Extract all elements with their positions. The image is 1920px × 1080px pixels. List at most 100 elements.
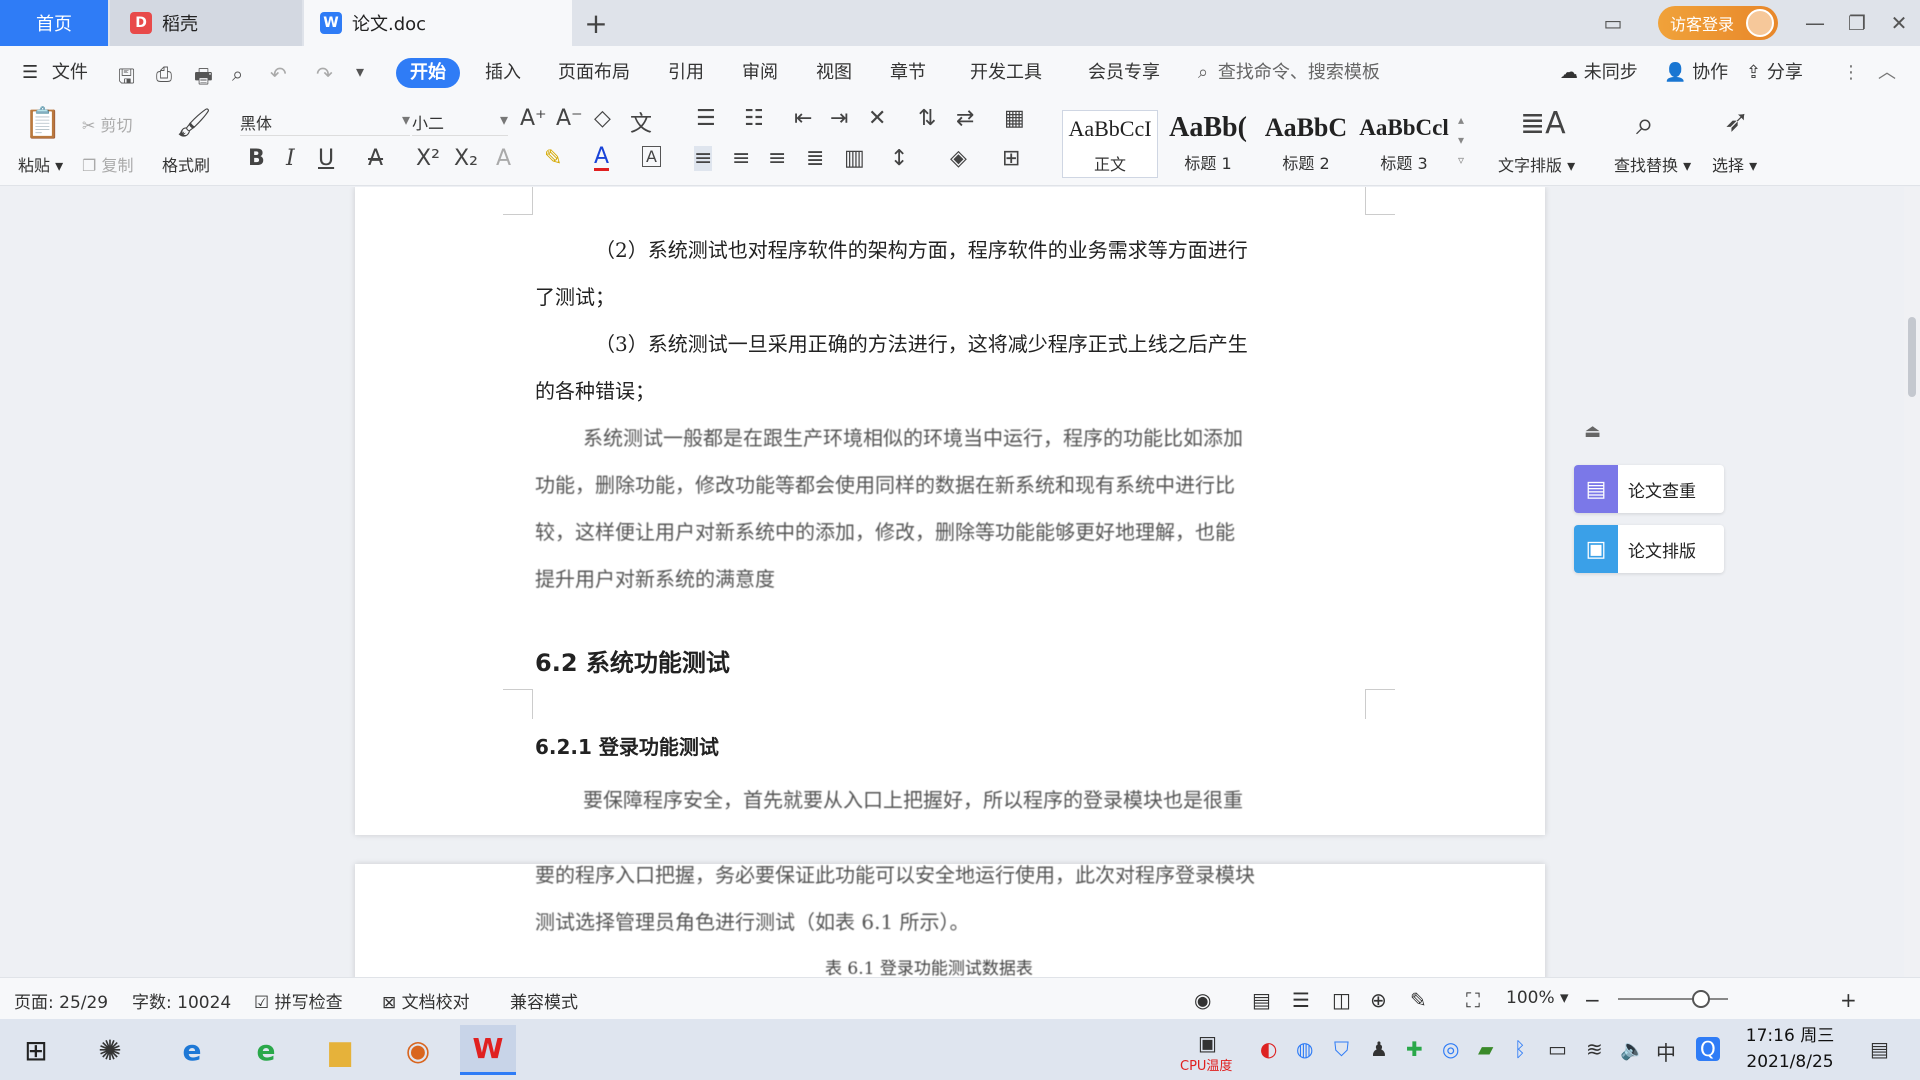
bold-icon[interactable]: B xyxy=(248,146,265,171)
zoom-slider[interactable] xyxy=(1618,990,1728,1008)
tab-chapter[interactable]: 章节 xyxy=(890,58,926,88)
copy-button[interactable]: ❐ 复制 xyxy=(82,152,133,176)
spell-check-button[interactable]: ☑ 拼写检查 xyxy=(254,988,343,1013)
strikethrough-icon[interactable]: A xyxy=(368,146,383,171)
pinwheel-app-icon[interactable]: ✺ xyxy=(82,1025,138,1075)
collapse-panel-icon[interactable]: ⏏ xyxy=(1584,421,1601,442)
undo-icon[interactable]: ↶ xyxy=(270,62,287,86)
save-icon[interactable]: 🖫 xyxy=(118,62,135,96)
text-layout-icon[interactable]: ≣A xyxy=(1520,106,1566,141)
tab-insert[interactable]: 插入 xyxy=(485,58,521,88)
tray-app-icon[interactable]: ◐ xyxy=(1260,1037,1277,1061)
tab-daoke[interactable]: D 稻壳 xyxy=(110,0,302,46)
format-painter-button[interactable]: 格式刷 xyxy=(162,152,210,176)
tab-view[interactable]: 视图 xyxy=(816,58,852,88)
tab-start[interactable]: 开始 xyxy=(396,58,460,88)
magnifier-icon[interactable]: ⌕ xyxy=(1636,104,1654,143)
redo-icon[interactable]: ↷ xyxy=(316,62,333,86)
underline-icon[interactable]: U xyxy=(318,146,334,171)
tab-page-layout[interactable]: 页面布局 xyxy=(558,58,630,88)
nvidia-icon[interactable]: ▰ xyxy=(1478,1037,1493,1061)
tray-app-icon[interactable]: ✚ xyxy=(1406,1037,1423,1061)
fit-page-icon[interactable]: ⛶ xyxy=(1466,988,1480,1012)
increase-font-icon[interactable]: A⁺ xyxy=(520,106,547,131)
cursor-icon[interactable]: ➶ xyxy=(1724,104,1749,139)
borders-icon[interactable]: ⊞ xyxy=(1002,146,1020,171)
system-clock[interactable]: 17:16 周三 2021/8/25 xyxy=(1740,1023,1840,1075)
zoom-select[interactable]: 100% ▾ xyxy=(1506,988,1569,1008)
italic-icon[interactable]: I xyxy=(286,146,295,171)
write-mode-icon[interactable]: ✎ xyxy=(1410,988,1427,1012)
export-pdf-icon[interactable]: ⎙ xyxy=(156,62,172,86)
document-page[interactable]: 要的程序入口把握，务必要保证此功能可以安全地运行使用，此次对程序登录模块 测试选… xyxy=(355,863,1545,977)
document-page[interactable]: （2）系统测试也对程序软件的架构方面，程序软件的业务需求等方面进行 了测试； （… xyxy=(355,187,1545,835)
file-menu[interactable]: ☰ 文件 xyxy=(22,58,88,88)
paste-button[interactable]: 粘贴 ▾ xyxy=(18,152,63,176)
sort-icon[interactable]: ⇅ xyxy=(918,106,936,131)
show-marks-icon[interactable]: ▦ xyxy=(1004,106,1025,131)
font-size-select[interactable]: 小二 ▾ xyxy=(412,110,508,136)
bullet-list-icon[interactable]: ☰ xyxy=(696,106,716,131)
cpu-monitor-icon[interactable]: ▣ xyxy=(1198,1031,1217,1055)
style-heading-3[interactable]: AaBbCcl 标题 3 xyxy=(1356,110,1452,178)
input-app-icon[interactable]: Q xyxy=(1696,1037,1720,1061)
eye-protection-icon[interactable]: ◉ xyxy=(1194,988,1211,1012)
tray-app-icon[interactable]: ◍ xyxy=(1296,1037,1313,1061)
paper-layout-button[interactable]: ▣ 论文排版 xyxy=(1574,525,1724,573)
document-canvas[interactable]: （2）系统测试也对程序软件的架构方面，程序软件的业务需求等方面进行 了测试； （… xyxy=(0,187,1904,977)
tab-member[interactable]: 会员专享 xyxy=(1088,58,1160,88)
style-heading-1[interactable]: AaBb( 标题 1 xyxy=(1160,110,1256,178)
tab-document[interactable]: W 论文.doc xyxy=(304,0,572,46)
style-normal[interactable]: AaBbCcI 正文 xyxy=(1062,110,1158,178)
word-count[interactable]: 字数: 10024 xyxy=(132,988,231,1013)
reading-view-icon[interactable]: ◫ xyxy=(1332,988,1351,1012)
wifi-icon[interactable]: ≋ xyxy=(1586,1037,1603,1061)
styles-scroll-icon[interactable]: ▴ ▾ ▿ xyxy=(1458,110,1464,170)
share-button[interactable]: ⇪ 分享 xyxy=(1746,58,1803,88)
paper-check-button[interactable]: ▤ 论文查重 xyxy=(1574,465,1724,513)
notification-icon[interactable]: ▤ xyxy=(1870,1037,1889,1061)
align-left-icon[interactable]: ≡ xyxy=(694,146,713,171)
close-button[interactable]: ✕ xyxy=(1884,8,1914,38)
line-spacing-icon[interactable]: ↕ xyxy=(890,146,908,171)
print-preview-icon[interactable]: ⌕ xyxy=(232,62,243,86)
outline-view-icon[interactable]: ☰ xyxy=(1292,988,1310,1012)
collaborate-button[interactable]: 👤 协作 xyxy=(1664,58,1728,88)
subscript-icon[interactable]: X₂ xyxy=(454,146,478,171)
shield-icon[interactable]: ⛉ xyxy=(1334,1037,1349,1061)
restore-button[interactable]: ❐ xyxy=(1842,8,1872,38)
select-button[interactable]: 选择 ▾ xyxy=(1712,152,1757,176)
clear-format-icon[interactable]: ◇ xyxy=(594,106,611,131)
zoom-slider-knob[interactable] xyxy=(1691,990,1710,1008)
tab-review[interactable]: 审阅 xyxy=(742,58,778,88)
vertical-scrollbar[interactable] xyxy=(1904,187,1920,977)
text-layout-button[interactable]: 文字排版 ▾ xyxy=(1498,152,1575,176)
text-effect-icon[interactable]: A xyxy=(496,146,511,171)
minimize-button[interactable]: — xyxy=(1800,8,1830,38)
decrease-font-icon[interactable]: A⁻ xyxy=(556,106,583,131)
print-icon[interactable]: 🖶 xyxy=(194,62,213,96)
increase-indent-icon[interactable]: ⇥ xyxy=(830,106,848,131)
web-view-icon[interactable]: ⊕ xyxy=(1370,988,1387,1012)
chinese-layout-icon[interactable]: ✕ xyxy=(868,106,886,131)
shading-icon[interactable]: ◈ xyxy=(950,146,967,171)
page-indicator[interactable]: 页面: 25/29 xyxy=(14,988,108,1013)
align-right-icon[interactable]: ≡ xyxy=(768,146,786,171)
superscript-icon[interactable]: X² xyxy=(416,146,440,171)
windows-start-icon[interactable]: ⊞ xyxy=(8,1025,64,1075)
text-direction-icon[interactable]: ⇄ xyxy=(956,106,974,131)
reading-mode-icon[interactable]: ▭ xyxy=(1598,8,1628,38)
format-painter-icon[interactable]: 🖌 xyxy=(176,106,212,139)
highlight-icon[interactable]: ✎ xyxy=(544,146,562,171)
sync-status-button[interactable]: ☁ 未同步 xyxy=(1560,58,1638,88)
wps-writer-icon[interactable]: W xyxy=(460,1025,516,1075)
decrease-indent-icon[interactable]: ⇤ xyxy=(794,106,812,131)
zoom-in-icon[interactable]: + xyxy=(1840,988,1857,1012)
cut-button[interactable]: ✂ 剪切 xyxy=(82,112,133,136)
tab-home[interactable]: 首页 xyxy=(0,0,108,46)
guest-login-button[interactable]: 访客登录 xyxy=(1658,6,1778,40)
align-center-icon[interactable]: ≡ xyxy=(732,146,750,171)
numbered-list-icon[interactable]: ☷ xyxy=(744,106,764,131)
input-method-indicator[interactable]: 中 xyxy=(1656,1037,1676,1066)
command-search[interactable]: ⌕ 查找命令、搜索模板 xyxy=(1198,58,1380,88)
